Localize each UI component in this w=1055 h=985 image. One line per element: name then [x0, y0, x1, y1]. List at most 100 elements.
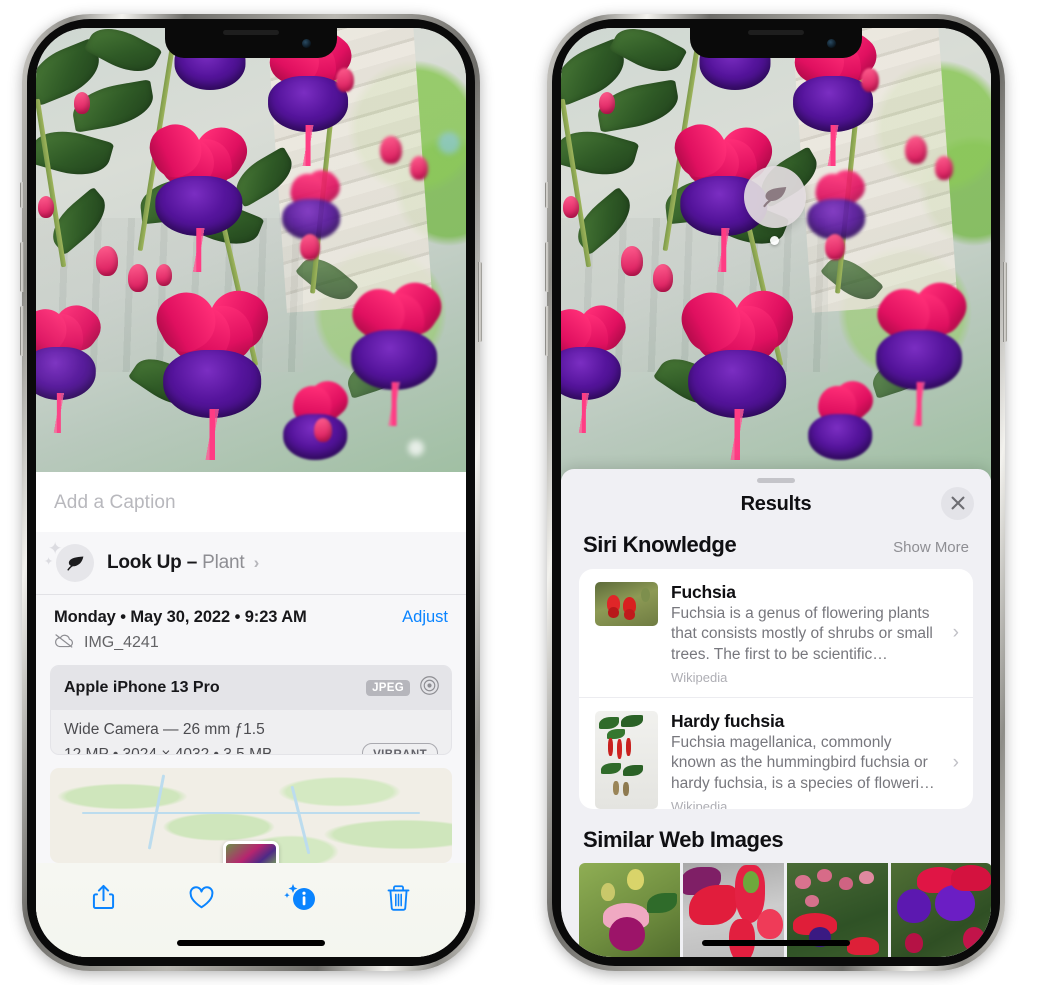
corolla: [163, 349, 261, 418]
stamens: [373, 382, 415, 427]
stamens: [713, 409, 761, 460]
look-up-icon-wrap: ✦ ✦: [44, 540, 94, 582]
side-power-button[interactable]: [1003, 262, 1007, 342]
photo-viewer[interactable]: [36, 28, 466, 480]
knowledge-thumbnail: [595, 581, 658, 626]
web-image-1[interactable]: [579, 862, 680, 957]
flower-bud: [410, 156, 428, 180]
info-button[interactable]: [278, 877, 322, 917]
camera-device-name: Apple iPhone 13 Pro: [64, 679, 220, 696]
results-title: Results: [740, 492, 812, 515]
stamens: [813, 124, 853, 167]
flower-bud: [156, 264, 172, 286]
corolla: [155, 176, 243, 236]
visual-look-up-badge[interactable]: [744, 166, 806, 228]
photographic-style-badge: VIBRANT: [362, 743, 438, 754]
photo-viewer[interactable]: [561, 28, 991, 480]
lens-line: Wide Camera — 26 mm ƒ1.5: [64, 718, 438, 743]
thumbnail-art: [595, 582, 658, 626]
home-indicator[interactable]: [702, 940, 850, 946]
map-road: [290, 785, 311, 855]
flower-bud: [336, 68, 354, 92]
stamens: [188, 409, 236, 460]
knowledge-row[interactable]: Hardy fuchsia Fuchsia magellanica, commo…: [579, 697, 973, 809]
left-iphone-device: Add a Caption ✦ ✦ Look Up – Plant › Mond…: [20, 14, 482, 971]
look-up-label: Look Up – Plant ›: [107, 552, 259, 574]
favorite-button[interactable]: [180, 877, 224, 917]
leaf-icon: [763, 187, 787, 208]
visual-look-up-anchor-dot: [770, 236, 779, 245]
photo-thumbnail-pin[interactable]: [223, 841, 279, 863]
flower-bud: [74, 92, 90, 114]
web-image-4[interactable]: [891, 862, 991, 957]
exif-body: Wide Camera — 26 mm ƒ1.5 12 MP • 3024 × …: [51, 710, 451, 755]
size-text: 12 MP • 3024 × 4032 • 3.5 MB: [64, 745, 273, 755]
flower-bud: [935, 156, 953, 180]
close-icon: [951, 496, 964, 510]
knowledge-description: Fuchsia is a genus of flowering plants t…: [671, 604, 933, 663]
adjust-button[interactable]: Adjust: [402, 608, 448, 627]
earpiece-speaker: [748, 30, 804, 35]
share-button[interactable]: [81, 877, 125, 917]
flower-bud: [128, 264, 148, 292]
close-button[interactable]: [941, 486, 974, 520]
side-power-button[interactable]: [478, 262, 482, 342]
fuchsia-bloom: [671, 281, 803, 460]
right-screen: Results Siri Knowledge Show More Fuchsia…: [561, 28, 991, 957]
chevron-right-icon: ›: [253, 553, 260, 572]
flower-bud: [653, 264, 673, 292]
exif-card[interactable]: Apple iPhone 13 Pro JPEG Wide Camera — 2…: [50, 665, 452, 755]
look-up-row[interactable]: ✦ ✦ Look Up – Plant ›: [36, 532, 466, 595]
leaf-icon: [56, 544, 94, 582]
corolla: [688, 349, 786, 418]
knowledge-title: Fuchsia: [671, 581, 736, 602]
flower-bud: [96, 246, 118, 276]
flower-bud: [825, 234, 845, 260]
corolla: [36, 346, 96, 400]
knowledge-thumbnail: [595, 711, 658, 809]
knowledge-description: Fuchsia magellanica, commonly known as t…: [671, 734, 935, 792]
flower-bud: [563, 196, 579, 218]
chevron-right-icon: ›: [952, 751, 959, 773]
volume-down-button[interactable]: [545, 306, 549, 356]
volume-up-button[interactable]: [545, 242, 549, 292]
silent-switch[interactable]: [545, 182, 549, 208]
size-line: 12 MP • 3024 × 4032 • 3.5 MB VIBRANT: [64, 743, 438, 755]
fuchsia-bloom: [272, 162, 350, 240]
show-more-button[interactable]: Show More: [893, 539, 969, 556]
flower-bud: [599, 92, 615, 114]
similar-web-images-title: Similar Web Images: [583, 826, 784, 852]
lens-text: Wide Camera — 26 mm ƒ1.5: [64, 721, 265, 738]
fuchsia-bloom: [336, 272, 452, 427]
knowledge-body: Fuchsia Fuchsia is a genus of flowering …: [671, 582, 936, 685]
front-camera-icon: [302, 39, 311, 48]
format-badge: JPEG: [366, 680, 410, 696]
flower-bud: [300, 234, 320, 260]
aperture-icon: [419, 675, 440, 701]
siri-knowledge-header: Siri Knowledge Show More: [561, 532, 991, 569]
look-up-subject: Plant: [202, 552, 245, 573]
volume-down-button[interactable]: [20, 306, 24, 356]
fuchsia-bloom: [861, 272, 977, 427]
location-map-preview[interactable]: [50, 768, 452, 863]
bokeh-highlight: [438, 132, 460, 154]
file-name: IMG_4241: [84, 634, 159, 651]
corolla: [876, 330, 962, 390]
delete-button[interactable]: [377, 877, 421, 917]
knowledge-row[interactable]: Fuchsia Fuchsia is a genus of flowering …: [579, 569, 973, 697]
stamens: [566, 393, 602, 433]
silent-switch[interactable]: [20, 182, 24, 208]
photo-date: Monday • May 30, 2022 • 9:23 AM: [54, 608, 307, 626]
knowledge-source: Wikipedia: [671, 799, 728, 809]
icloud-slash-icon: [54, 633, 75, 653]
home-indicator[interactable]: [177, 940, 325, 946]
earpiece-speaker: [223, 30, 279, 35]
caption-input[interactable]: Add a Caption: [36, 472, 466, 532]
stamens: [702, 228, 746, 273]
look-up-dash: –: [186, 552, 198, 573]
flower-bud: [621, 246, 643, 276]
volume-up-button[interactable]: [20, 242, 24, 292]
corolla: [808, 414, 872, 460]
corolla: [351, 330, 437, 390]
results-header: Results: [561, 483, 991, 532]
